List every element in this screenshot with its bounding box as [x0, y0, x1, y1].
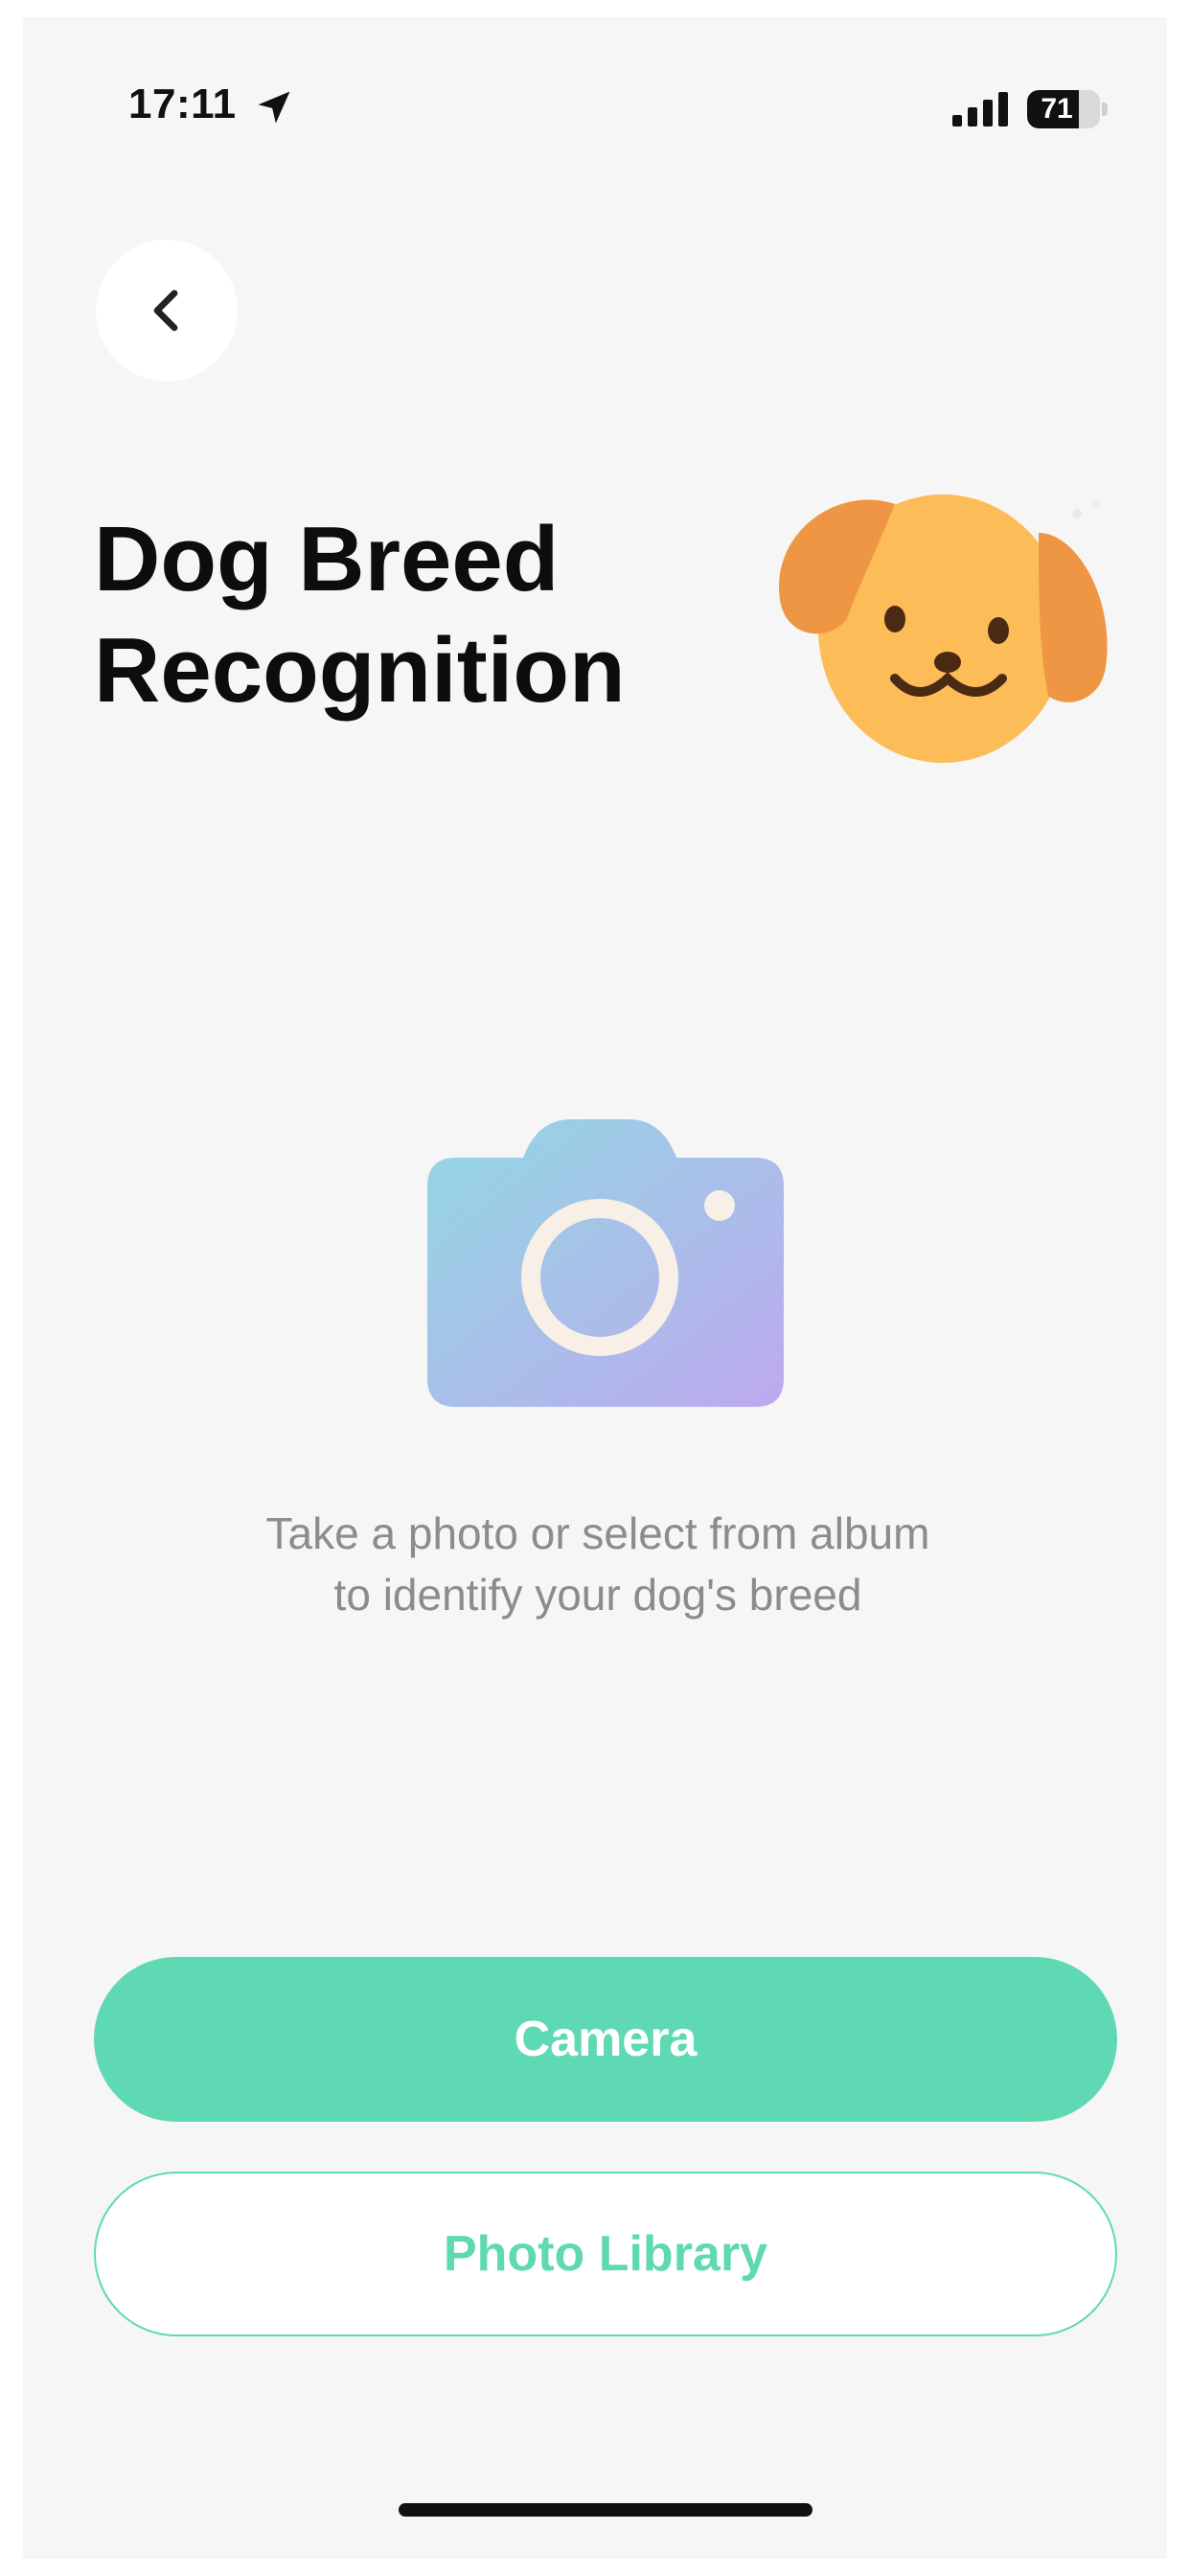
- battery-indicator: 71: [1027, 90, 1108, 128]
- battery-body: 71: [1027, 90, 1100, 128]
- home-indicator: [399, 2503, 812, 2517]
- page-title: Dog Breed Recognition: [94, 504, 765, 726]
- back-button[interactable]: [96, 240, 238, 381]
- battery-cap: [1102, 103, 1108, 116]
- page-title-line1: Dog Breed: [94, 508, 560, 610]
- dog-face-icon: [779, 494, 1108, 763]
- cellular-signal-icon: [952, 92, 1008, 126]
- chevron-left-icon: [153, 289, 178, 332]
- camera-icon: [427, 1119, 784, 1407]
- page-title-line2: Recognition: [94, 619, 626, 722]
- app-screen: 17:11 71 Dog Breed Recognition Take a ph…: [23, 17, 1167, 2559]
- location-arrow-icon: [258, 91, 290, 124]
- instruction-line2: to identify your dog's breed: [333, 1570, 862, 1620]
- instruction-text: Take a photo or select from album to ide…: [119, 1503, 1077, 1625]
- instruction-line1: Take a photo or select from album: [265, 1508, 930, 1558]
- camera-button[interactable]: Camera: [94, 1957, 1117, 2122]
- photo-library-button[interactable]: Photo Library: [94, 2172, 1117, 2336]
- status-time: 17:11: [128, 80, 237, 127]
- battery-percentage: 71: [1041, 93, 1073, 125]
